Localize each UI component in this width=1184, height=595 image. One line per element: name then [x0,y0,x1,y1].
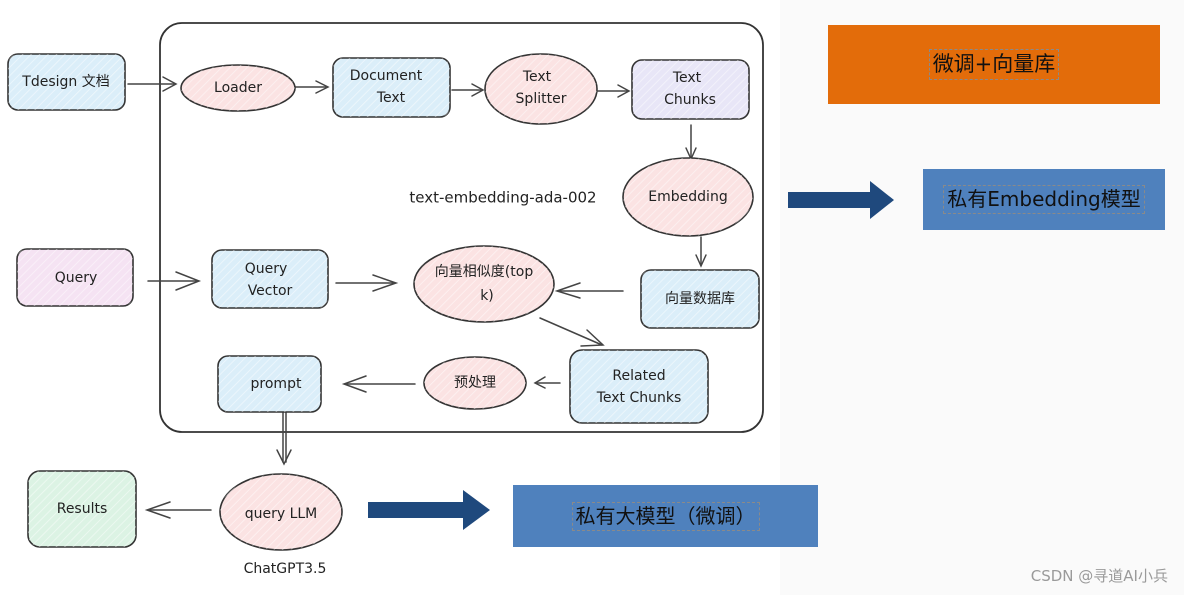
node-text-splitter-line1: Text [522,69,552,85]
node-results-label: Results [57,501,108,517]
node-related-chunks: Related Text Chunks [569,349,709,424]
node-text-chunks-line2: Chunks [664,92,716,108]
node-similarity: 向量相似度(top k) [413,245,555,323]
node-text-chunks: Text Chunks [631,59,750,120]
node-query-vector: Query Vector [211,249,329,309]
node-preprocess-label: 预处理 [454,375,496,391]
private-embedding-callout: 私有Embedding模型 [923,169,1165,230]
private-llm-label: 私有大模型（微调） [571,501,760,531]
node-embedding: Embedding [622,157,754,237]
node-text-splitter-line2: Splitter [516,91,567,107]
node-document-text-line2: Text [376,90,406,106]
node-document-text-line1: Document [350,68,423,84]
node-query-vector-line1: Query [245,261,288,277]
node-preprocess: 预处理 [423,356,527,410]
node-text-chunks-line1: Text [672,70,702,86]
private-embedding-label: 私有Embedding模型 [943,185,1145,214]
embedding-model-note: text-embedding-ada-002 [409,189,596,207]
node-loader-label: Loader [214,80,262,96]
node-prompt-label: prompt [251,376,302,392]
watermark: CSDN @寻道AI小兵 [1030,567,1168,585]
finetune-vector-label: 微调+向量库 [928,49,1060,80]
llm-model-note: ChatGPT3.5 [244,561,327,577]
node-query-vector-line2: Vector [248,283,293,299]
node-query: Query [16,248,134,307]
node-similarity-line2: k) [480,288,494,304]
private-llm-callout: 私有大模型（微调） [513,485,818,547]
node-query-llm: query LLM [219,473,343,551]
node-query-label: Query [55,270,98,286]
node-vector-db-label: 向量数据库 [665,291,735,307]
node-results: Results [27,470,137,548]
node-similarity-line1: 向量相似度(top [435,264,534,280]
embedding-callout-arrow [788,181,894,219]
node-related-chunks-line1: Related [612,368,665,384]
node-vector-db: 向量数据库 [640,269,760,329]
node-embedding-label: Embedding [648,189,727,205]
node-tdesign-doc-label: Tdesign 文档 [21,74,109,90]
node-text-splitter: Text Splitter [484,53,598,125]
node-query-llm-label: query LLM [245,506,318,522]
finetune-vector-callout: 微调+向量库 [828,25,1160,104]
node-related-chunks-line2: Text Chunks [596,390,682,406]
node-prompt: prompt [217,355,322,413]
node-loader: Loader [180,64,296,112]
node-tdesign-doc: Tdesign 文档 [7,53,126,111]
node-document-text: Document Text [332,57,451,118]
